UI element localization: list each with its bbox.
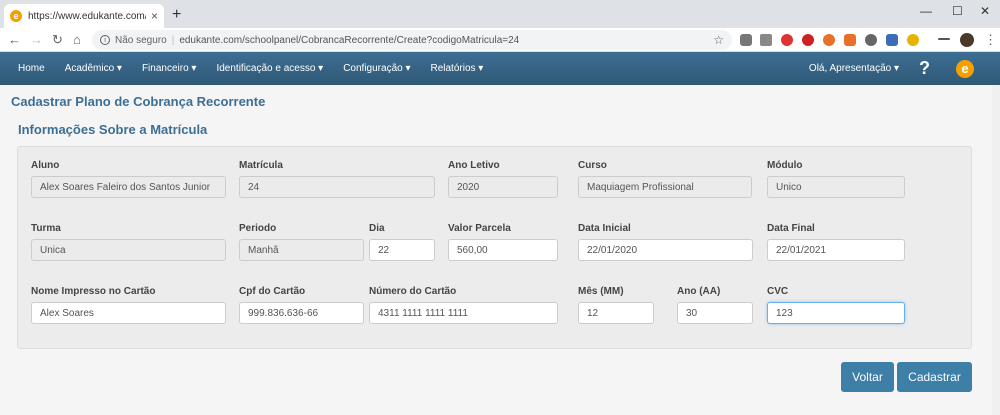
extension-camera-icon[interactable] [760, 34, 772, 46]
back-icon[interactable]: ← [8, 32, 21, 47]
periodo-field: Manhã [239, 239, 364, 261]
ano-letivo-field: 2020 [448, 176, 558, 198]
extension-tool-icon[interactable] [844, 34, 856, 46]
dia-input[interactable]: 22 [369, 239, 435, 261]
home-icon[interactable]: ⌂ [73, 32, 81, 47]
data-final-label: Data Final [767, 223, 815, 234]
valor-parcela-input[interactable]: 560,00 [448, 239, 558, 261]
modulo-field: Unico [767, 176, 905, 198]
dia-label: Dia [369, 223, 385, 234]
extension-gmail-icon[interactable] [740, 34, 752, 46]
page-scrollbar[interactable] [992, 85, 1000, 415]
app-navbar: Home Acadêmico ▾ Financeiro ▾ Identifica… [0, 52, 1000, 85]
address-bar[interactable]: i Não seguro | edukante.com/schoolpanel/… [92, 30, 732, 50]
browser-menu-icon[interactable]: ⋮ [984, 32, 997, 48]
matricula-field: 24 [239, 176, 435, 198]
nome-cartao-input[interactable]: Alex Soares [31, 302, 226, 324]
nav-configuracao[interactable]: Configuração ▾ [333, 63, 420, 74]
close-window-icon[interactable]: ✕ [980, 4, 990, 18]
cpf-cartao-input[interactable]: 999.836.636-66 [239, 302, 364, 324]
nav-academico[interactable]: Acadêmico ▾ [55, 63, 132, 74]
help-icon[interactable]: ? [919, 58, 930, 79]
cvc-input[interactable]: 123 [767, 302, 905, 324]
new-tab-icon[interactable]: + [172, 6, 181, 24]
numero-cartao-input[interactable]: 4311 1111 1111 1111 [369, 302, 558, 324]
aluno-label: Aluno [31, 160, 60, 171]
turma-label: Turma [31, 223, 61, 234]
periodo-label: Periodo [239, 223, 277, 234]
valor-parcela-label: Valor Parcela [448, 223, 511, 234]
extension-gear-icon[interactable] [907, 34, 919, 46]
url-text: edukante.com/schoolpanel/CobrancaRecorre… [179, 34, 520, 46]
ano-input[interactable]: 30 [677, 302, 753, 324]
close-tab-icon[interactable]: × [151, 9, 158, 23]
tab-title: https://www.edukante.com/scho [28, 10, 146, 22]
insecure-label: Não seguro [115, 34, 167, 46]
cpf-cartao-label: Cpf do Cartão [239, 286, 306, 297]
ano-letivo-label: Ano Letivo [448, 160, 500, 171]
data-inicial-input[interactable]: 22/01/2020 [578, 239, 753, 261]
mes-label: Mês (MM) [578, 286, 624, 297]
turma-field: Unica [31, 239, 226, 261]
aluno-field: Alex Soares Faleiro dos Santos Junior [31, 176, 226, 198]
nav-identificacao[interactable]: Identificação e acesso ▾ [206, 63, 333, 74]
navbar-right: Olá, Apresentação ▾ ? e [809, 52, 1000, 85]
browser-toolbar: ← → ↻ ⌂ i Não seguro | edukante.com/scho… [0, 28, 1000, 52]
nav-relatorios[interactable]: Relatórios ▾ [420, 63, 493, 74]
user-menu[interactable]: Olá, Apresentação ▾ [809, 63, 899, 74]
site-favicon-icon: e [10, 10, 22, 22]
maximize-icon[interactable]: ☐ [952, 4, 963, 18]
voltar-button[interactable]: Voltar [841, 362, 894, 392]
section-title: Informações Sobre a Matrícula [18, 122, 208, 137]
modulo-label: Módulo [767, 160, 803, 171]
curso-label: Curso [578, 160, 607, 171]
extension-pinterest-icon[interactable] [802, 34, 814, 46]
browser-tabstrip: e https://www.edukante.com/scho × + — ☐ … [0, 0, 1000, 28]
nav-financeiro[interactable]: Financeiro ▾ [132, 63, 207, 74]
data-final-input[interactable]: 22/01/2021 [767, 239, 905, 261]
data-inicial-label: Data Inicial [578, 223, 631, 234]
bookmark-star-icon[interactable]: ☆ [713, 33, 724, 47]
extension-stop-icon[interactable] [781, 34, 793, 46]
brand-logo[interactable]: e [956, 59, 974, 78]
cadastrar-button[interactable]: Cadastrar [897, 362, 972, 392]
extension-m-icon[interactable] [865, 34, 877, 46]
nome-cartao-label: Nome Impresso no Cartão [31, 286, 156, 297]
page-title: Cadastrar Plano de Cobrança Recorrente [11, 94, 266, 109]
numero-cartao-label: Número do Cartão [369, 286, 457, 297]
nav-home[interactable]: Home [0, 63, 55, 74]
matricula-label: Matrícula [239, 160, 283, 171]
extension-doc-icon[interactable] [886, 34, 898, 46]
ano-label: Ano (AA) [677, 286, 721, 297]
reload-icon[interactable]: ↻ [52, 32, 63, 48]
browser-tab[interactable]: e https://www.edukante.com/scho × [4, 4, 164, 28]
minimize-icon[interactable]: — [920, 4, 932, 18]
cvc-label: CVC [767, 286, 789, 297]
info-icon[interactable]: i [100, 35, 110, 45]
url-separator: | [171, 34, 175, 46]
forward-icon[interactable]: → [30, 32, 43, 47]
extension-orange-icon[interactable] [823, 34, 835, 46]
curso-field: Maquiagem Profissional [578, 176, 752, 198]
extension-list-icon[interactable] [938, 38, 950, 40]
mes-input[interactable]: 12 [578, 302, 654, 324]
profile-avatar[interactable] [960, 33, 974, 47]
